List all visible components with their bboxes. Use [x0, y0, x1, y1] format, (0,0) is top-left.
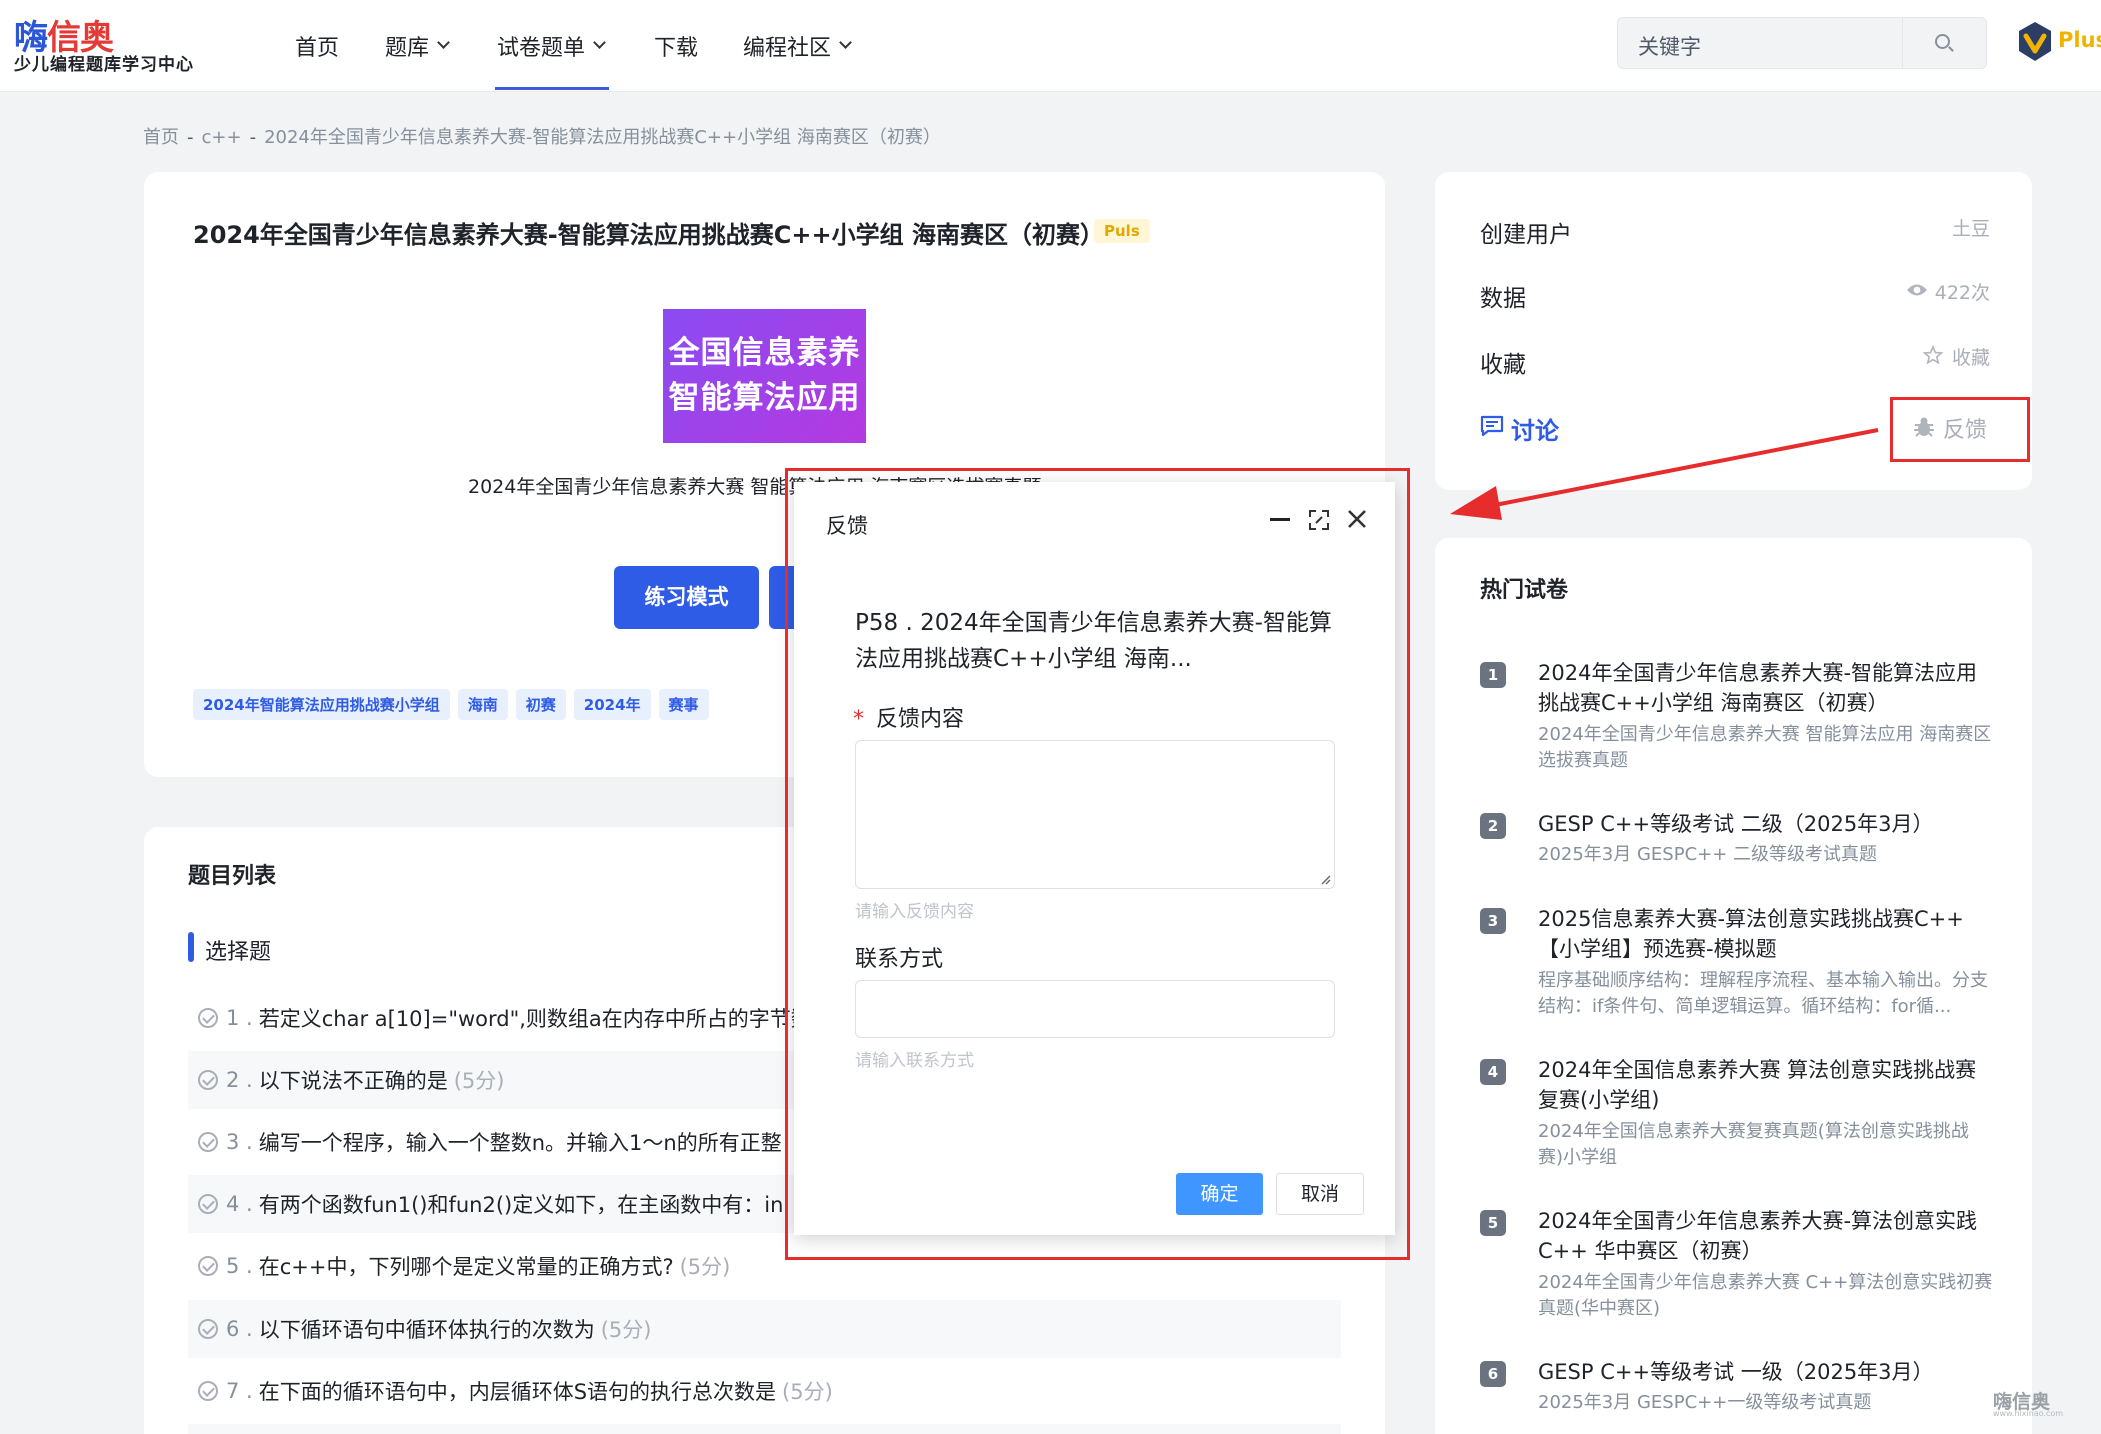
view-count: 422次: [1934, 282, 1990, 304]
question-row[interactable]: [188, 1424, 1341, 1434]
search-input[interactable]: 关键字: [1638, 31, 1701, 61]
nav-item-home[interactable]: 首页: [295, 0, 339, 92]
nav-item-papers[interactable]: 试卷题单: [497, 0, 606, 92]
creator-label: 创建用户: [1480, 222, 1572, 248]
hot-papers-title: 热门试卷: [1480, 578, 1569, 603]
chevron-down-icon: [437, 35, 450, 49]
plus-label[interactable]: Plus: [2058, 28, 2101, 52]
nav-active-indicator: [495, 87, 609, 90]
check-circle-icon: [198, 1381, 218, 1401]
star-icon[interactable]: [1923, 345, 1943, 365]
check-circle-icon: [198, 1319, 218, 1339]
annotation-box: [785, 468, 1410, 1260]
tag[interactable]: 海南: [457, 689, 508, 720]
nav-item-download[interactable]: 下载: [654, 0, 698, 92]
favorite-label: 收藏: [1480, 352, 1526, 378]
breadcrumb-home[interactable]: 首页: [143, 127, 179, 148]
check-circle-icon: [198, 1256, 218, 1276]
check-circle-icon: [198, 1070, 218, 1090]
search-icon: [1935, 34, 1950, 49]
tag-list: 2024年智能算法应用挑战赛小学组 海南 初赛 2024年 赛事: [193, 689, 709, 720]
nav-item-problems[interactable]: 题库: [385, 0, 450, 92]
breadcrumb-category[interactable]: c++: [202, 127, 242, 148]
tag[interactable]: 2024年: [573, 689, 651, 720]
check-circle-icon: [198, 1008, 218, 1028]
site-logo-subtitle: 少儿编程题库学习中心: [14, 55, 194, 75]
eye-icon: [1907, 284, 1927, 296]
question-list-title: 题目列表: [188, 864, 277, 889]
check-circle-icon: [198, 1194, 218, 1214]
tag[interactable]: 2024年智能算法应用挑战赛小学组: [193, 689, 450, 720]
annotation-arrow: [1450, 428, 1879, 520]
chevron-down-icon: [593, 35, 606, 49]
tag[interactable]: 初赛: [515, 689, 566, 720]
favorite-button[interactable]: 收藏: [1946, 343, 1990, 370]
page-title: 2024年全国青少年信息素养大赛-智能算法应用挑战赛C++小学组 海南赛区（初赛…: [193, 221, 1104, 249]
data-label: 数据: [1480, 286, 1526, 312]
paper-cover: 全国信息素养 智能算法应用: [663, 309, 866, 443]
plus-vip-icon[interactable]: [2016, 20, 2054, 64]
chevron-down-icon: [839, 35, 852, 49]
puls-badge: Puls: [1094, 219, 1150, 243]
creator-value[interactable]: 土豆: [1900, 214, 1990, 241]
breadcrumb-current: 2024年全国青少年信息素养大赛-智能算法应用挑战赛C++小学组 海南赛区（初赛…: [264, 127, 941, 148]
search-box[interactable]: 关键字: [1617, 17, 1987, 69]
watermark-url: www.hixinao.com: [1993, 1409, 2064, 1418]
search-button[interactable]: [1902, 18, 1986, 68]
question-row[interactable]: 7 . 在下面的循环语句中，内层循环体S语句的执行总次数是 (5分): [188, 1362, 1341, 1420]
question-type-label: 选择题: [205, 940, 272, 965]
practice-mode-button[interactable]: 练习模式: [614, 566, 759, 629]
annotation-box: [1890, 397, 2030, 462]
question-row[interactable]: 6 . 以下循环语句中循环体执行的次数为 (5分): [188, 1300, 1341, 1358]
breadcrumb: 首页 - c++ -2024年全国青少年信息素养大赛-智能算法应用挑战赛C++小学组 …: [143, 127, 941, 148]
tag[interactable]: 赛事: [658, 689, 709, 720]
check-circle-icon: [198, 1132, 218, 1152]
section-marker: [188, 932, 194, 962]
nav-item-community[interactable]: 编程社区: [743, 0, 852, 92]
